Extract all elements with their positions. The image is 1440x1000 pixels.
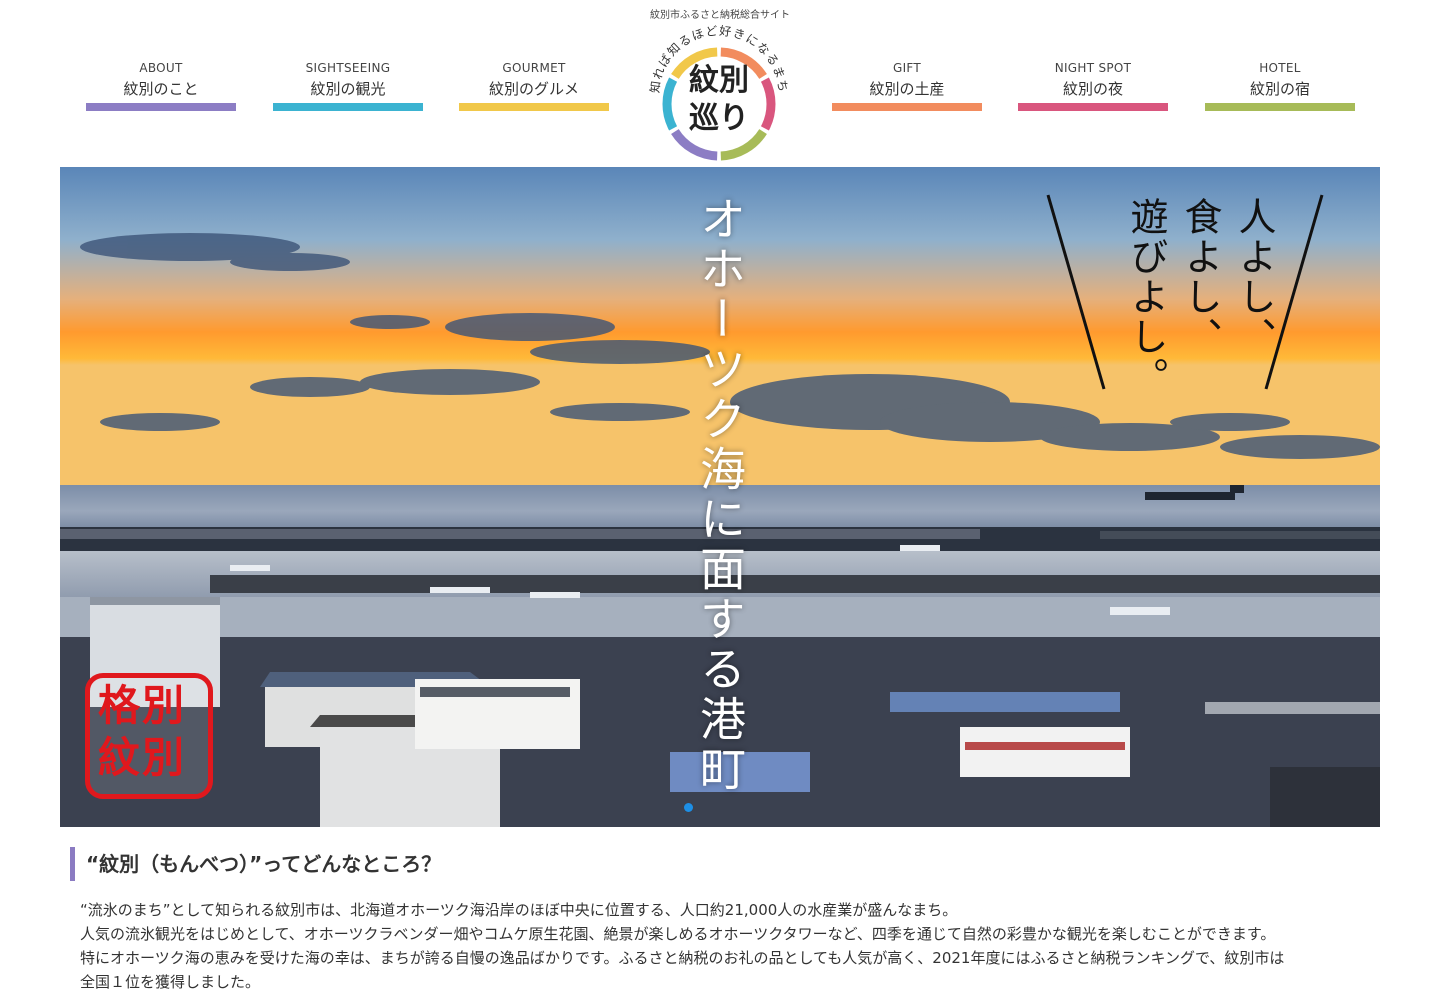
nav-item-en-label: ABOUT (139, 61, 183, 75)
nav-item-gourmet[interactable]: GOURMET 紋別のグルメ (459, 60, 609, 111)
nav-item-jp-label: 紋別のグルメ (488, 80, 579, 98)
nav-item-color-bar (1205, 103, 1355, 111)
nav-item-sightseeing[interactable]: SIGHTSEEING 紋別の観光 (273, 60, 423, 111)
nav-item-color-bar (832, 103, 982, 111)
about-section-heading: “紋別（もんべつ）”ってどんなところ？ (70, 847, 441, 881)
about-paragraph: 全国１位を獲得しました。 (80, 973, 261, 991)
nav-item-color-bar (86, 103, 236, 111)
logo-title-line1: 紋別 (689, 63, 749, 98)
logo-ring-segment (662, 77, 678, 131)
nav-item-jp-label: 紋別の宿 (1249, 80, 1310, 98)
about-paragraph: 特にオホーツク海の恵みを受けた海の幸は、まちが誇る自慢の逸品ばかりです。ふるさと… (80, 949, 1285, 967)
logo-ring-segment (760, 77, 776, 131)
nav-item-en-label: HOTEL (1259, 61, 1301, 75)
nav-item-jp-label: 紋別の夜 (1062, 80, 1123, 98)
nav-item-color-bar (273, 103, 423, 111)
nav-item-en-label: GIFT (892, 61, 922, 75)
logo-title-line2: 巡り (689, 101, 749, 136)
nav-item-about[interactable]: ABOUT 紋別のこと (86, 60, 236, 111)
about-section-body: “流氷のまち”として知られる紋別市は、北海道オホーツク海沿岸のほぼ中央に位置する… (80, 898, 1380, 994)
nav-item-en-label: NIGHT SPOT (1054, 61, 1132, 75)
hero-motto: 人よし、 食よし、 遊びよし。 (1108, 197, 1278, 397)
motto-line: 遊びよし。 (1124, 197, 1168, 397)
nav-item-color-bar (459, 103, 609, 111)
nav-item-jp-label: 紋別の観光 (310, 80, 386, 98)
nav-item-gift[interactable]: GIFT 紋別の土産 (832, 60, 982, 111)
logo-graphic: 知れば知るほど好きになるまち 紋別 巡り (648, 24, 789, 161)
slider-dot-active[interactable] (684, 803, 693, 812)
nav-item-color-bar (1018, 103, 1168, 111)
motto-line: 食よし、 (1178, 197, 1222, 357)
motto-line: 人よし、 (1232, 197, 1276, 357)
nav-item-jp-label: 紋別の土産 (869, 80, 945, 98)
about-paragraph: 人気の流氷観光をはじめとして、オホーツクラベンダー畑やコムケ原生花園、絶景が楽し… (80, 925, 1276, 943)
site-logo[interactable]: 知れば知るほど好きになるまち 紋別 巡り (644, 22, 794, 162)
nav-item-en-label: SIGHTSEEING (305, 61, 391, 75)
site-tagline: 紋別市ふるさと納税総合サイト (650, 10, 790, 21)
stamp-line1: 格別 (98, 681, 187, 730)
nav-item-jp-label: 紋別のこと (123, 80, 199, 98)
hero-slider: オホーツク海に面する港町 人よし、 食よし、 遊びよし。 格別 紋別 (60, 167, 1380, 827)
nav-item-night-spot[interactable]: NIGHT SPOT 紋別の夜 (1018, 60, 1168, 111)
about-paragraph: “流氷のまち”として知られる紋別市は、北海道オホーツク海沿岸のほぼ中央に位置する… (80, 901, 958, 919)
nav-item-hotel[interactable]: HOTEL 紋別の宿 (1205, 60, 1355, 111)
kakubetsu-monbetsu-stamp: 格別 紋別 (85, 673, 213, 799)
hero-vertical-headline: オホーツク海に面する港町 (693, 195, 747, 795)
nav-item-en-label: GOURMET (502, 61, 566, 75)
stamp-line2: 紋別 (98, 733, 187, 782)
